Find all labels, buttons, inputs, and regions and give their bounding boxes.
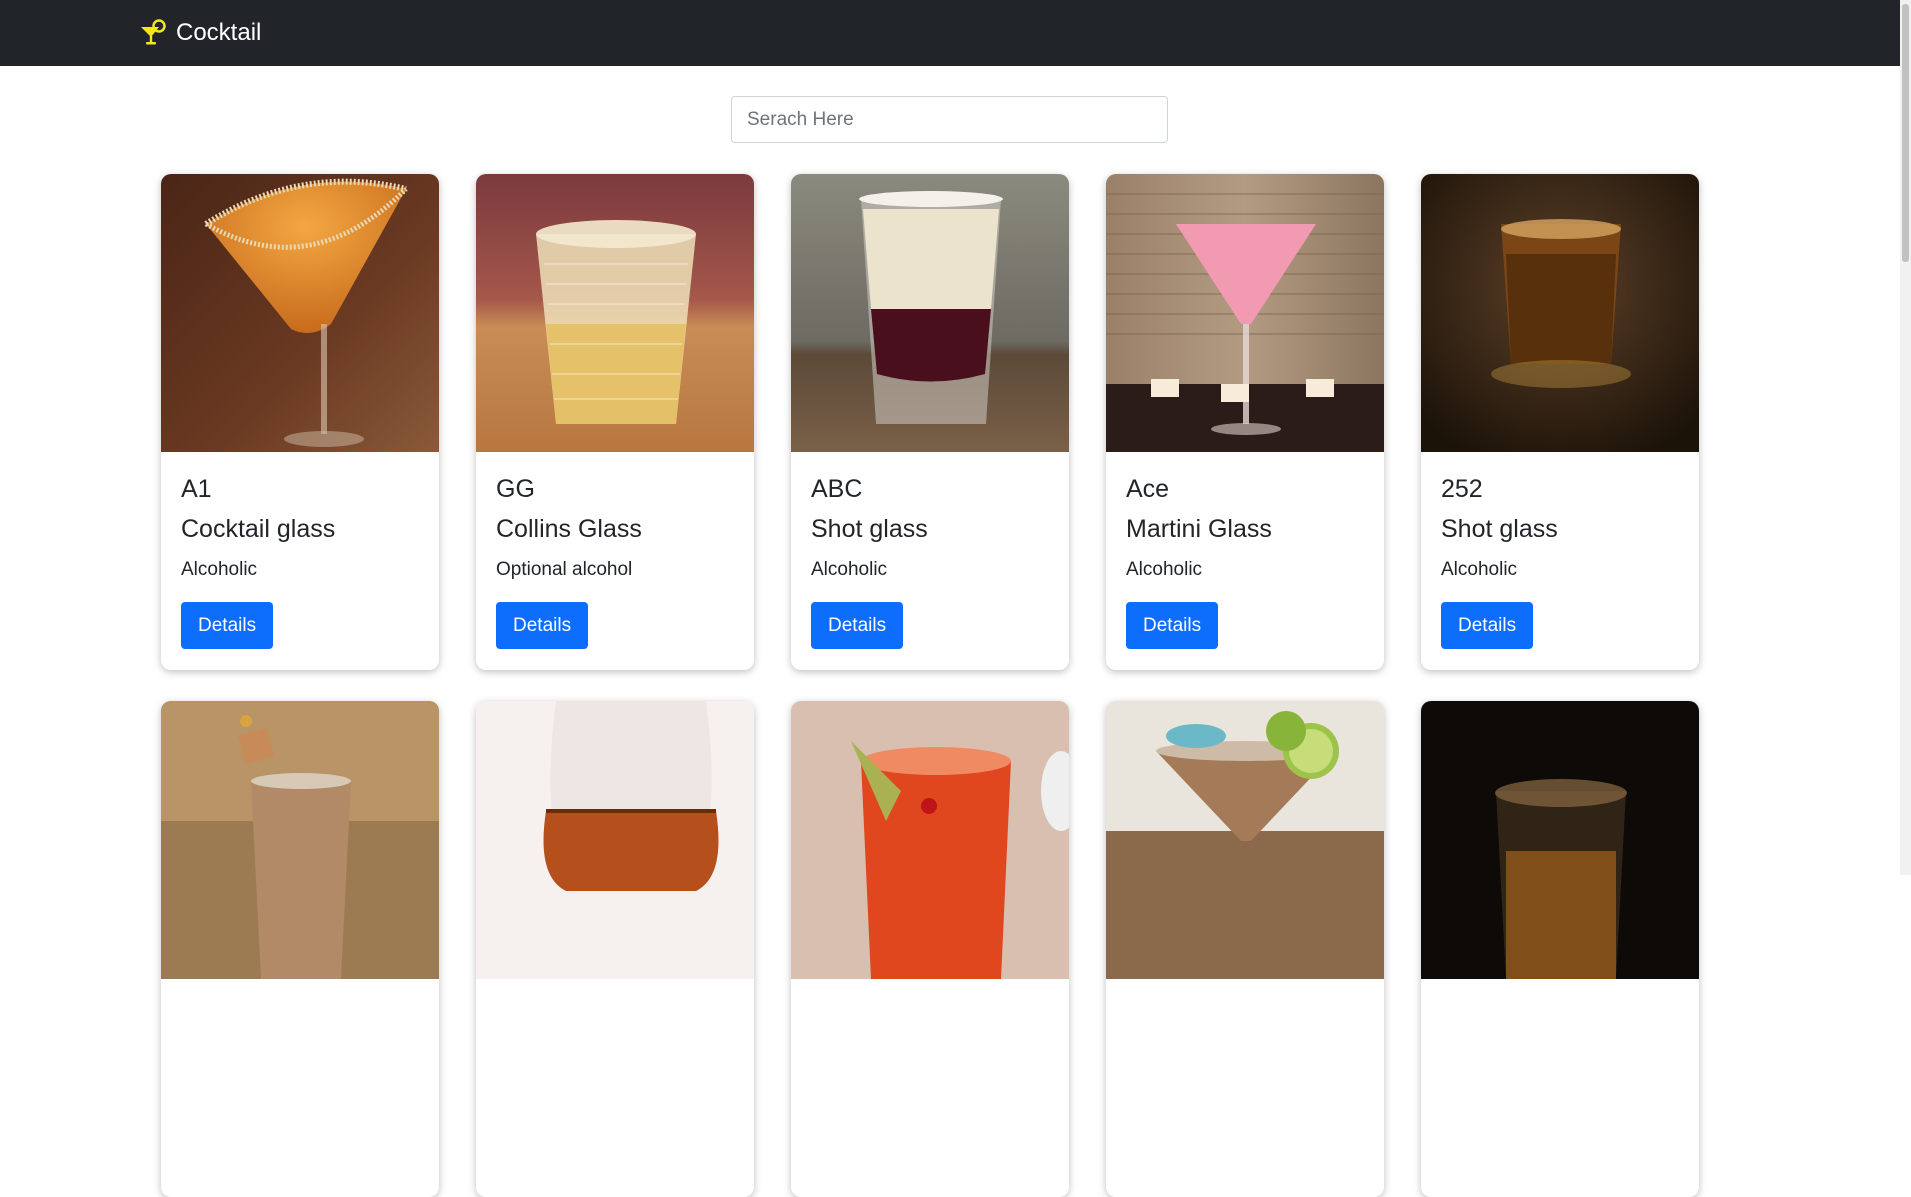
glass-type: Cocktail glass (181, 515, 336, 543)
alcoholic-label: Alcoholic (1441, 559, 1518, 580)
glass-type: Collins Glass (496, 515, 642, 543)
navbar: Cocktail (0, 0, 1900, 66)
cocktail-card: 252 Shot glass Alcoholic Details (1421, 174, 1699, 670)
cocktail-card (1106, 701, 1384, 1197)
glass-type: Martini Glass (1126, 515, 1272, 543)
details-button[interactable]: Details (1441, 602, 1534, 649)
cocktail-card: Ace Martini Glass Alcoholic Details (1106, 174, 1384, 670)
search-container (731, 96, 1168, 143)
page-scrollbar[interactable] (1900, 0, 1911, 875)
cocktail-image (1421, 174, 1699, 452)
cocktail-image (791, 174, 1069, 452)
cocktail-image (1106, 174, 1384, 452)
cocktail-image (161, 174, 439, 452)
alcoholic-label: Alcoholic (1126, 559, 1203, 580)
cocktail-image (1106, 701, 1384, 979)
cocktail-image (791, 701, 1069, 979)
cocktail-image (476, 701, 754, 979)
glass-type: Shot glass (1441, 515, 1558, 543)
cocktail-name: 252 (1441, 475, 1483, 503)
search-input[interactable] (731, 96, 1168, 143)
details-button[interactable]: Details (811, 602, 904, 649)
details-button[interactable]: Details (1126, 602, 1219, 649)
brand-label: Cocktail (176, 19, 262, 46)
alcoholic-label: Alcoholic (811, 559, 888, 580)
cocktail-card (476, 701, 754, 1197)
cocktail-image (1421, 701, 1699, 979)
alcoholic-label: Optional alcohol (496, 559, 633, 580)
cocktail-card (161, 701, 439, 1197)
cocktail-card: A1 Cocktail glass Alcoholic Details (161, 174, 439, 670)
scrollbar-thumb[interactable] (1902, 4, 1909, 262)
cocktail-card (1421, 701, 1699, 1197)
cocktail-card: GG Collins Glass Optional alcohol Detail… (476, 174, 754, 670)
navbar-brand[interactable]: Cocktail (138, 16, 261, 50)
cocktail-name: A1 (181, 475, 212, 503)
alcoholic-label: Alcoholic (181, 559, 258, 580)
details-button[interactable]: Details (181, 602, 274, 649)
cocktail-name: ABC (811, 475, 863, 503)
cocktail-image (161, 701, 439, 979)
cocktail-name: GG (496, 475, 535, 503)
details-button[interactable]: Details (496, 602, 589, 649)
cocktail-image (476, 174, 754, 452)
cocktail-name: Ace (1126, 475, 1170, 503)
cocktail-glass-icon (141, 19, 166, 45)
cocktail-card (791, 701, 1069, 1197)
cocktail-card: ABC Shot glass Alcoholic Details (791, 174, 1069, 670)
glass-type: Shot glass (811, 515, 928, 543)
